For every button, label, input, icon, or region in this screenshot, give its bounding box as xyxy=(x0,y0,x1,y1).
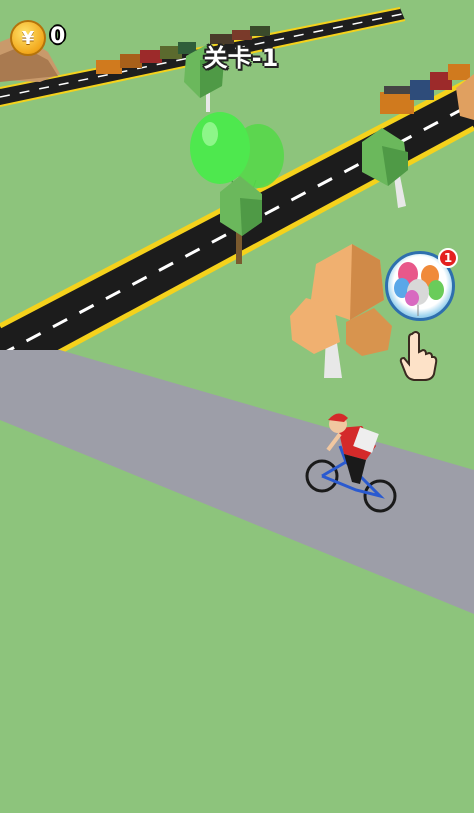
coin-icon: ¥ xyxy=(10,20,46,56)
coin-count: 0 xyxy=(50,24,66,49)
tap-hand-icon xyxy=(399,331,438,381)
level-label: 关卡-1 xyxy=(203,44,279,72)
game-scene[interactable] xyxy=(0,0,474,813)
coin-symbol: ¥ xyxy=(21,27,35,49)
notification-badge: 1 xyxy=(438,248,458,268)
balloon-powerup-button[interactable]: 1 xyxy=(385,248,458,321)
